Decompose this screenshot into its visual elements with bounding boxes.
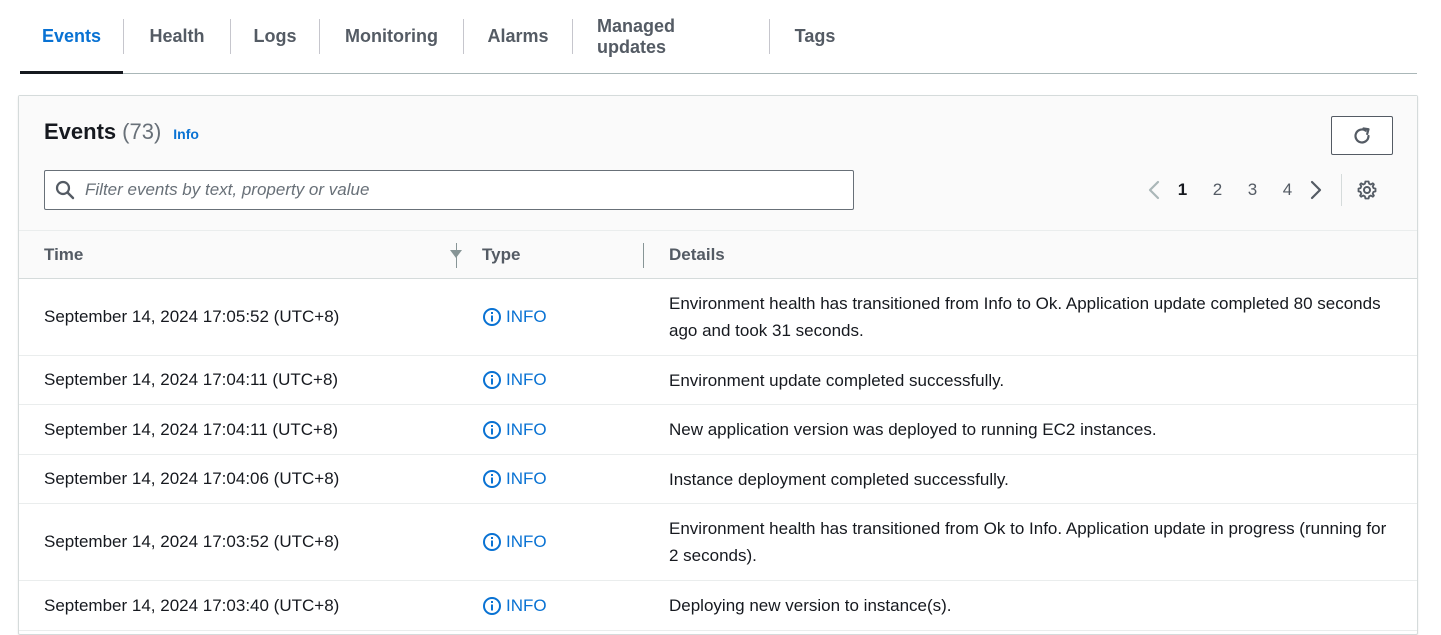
table-row: September 14, 2024 17:04:11 (UTC+8) INFO… (19, 405, 1417, 455)
page-3[interactable]: 3 (1235, 180, 1270, 200)
event-type: INFO (482, 455, 547, 503)
tab-events[interactable]: Events (20, 0, 123, 74)
event-time: September 14, 2024 17:04:06 (UTC+8) (44, 469, 340, 488)
info-circle-icon (482, 307, 502, 327)
event-type-label: INFO (506, 532, 547, 551)
filter-events-search (44, 170, 854, 210)
column-header-type[interactable]: Type (482, 231, 520, 279)
event-type: INFO (482, 356, 547, 404)
table-row: September 14, 2024 17:03:40 (UTC+8) INFO… (19, 581, 1417, 631)
info-circle-icon (482, 596, 502, 616)
column-resizer[interactable] (643, 243, 644, 268)
info-circle-icon (482, 469, 502, 489)
event-time: September 14, 2024 17:03:52 (UTC+8) (44, 532, 340, 551)
column-resizer[interactable] (456, 243, 457, 268)
tab-monitoring[interactable]: Monitoring (320, 0, 463, 73)
tab-alarms[interactable]: Alarms (464, 0, 572, 73)
event-type: INFO (482, 405, 547, 454)
event-type-label: INFO (506, 595, 547, 615)
tab-managed-updates[interactable]: Managed updates (573, 0, 769, 73)
event-type: INFO (482, 581, 547, 630)
previous-page-button[interactable] (1143, 179, 1165, 201)
info-circle-icon (482, 420, 502, 440)
preferences-button[interactable] (1356, 179, 1378, 201)
tab-logs[interactable]: Logs (231, 0, 319, 73)
event-details: Environment health has transitioned from… (669, 519, 1387, 565)
tab-bar: Events Health Logs Monitoring Alarms Man… (20, 0, 1417, 74)
table-header: Time Type Details (19, 230, 1417, 279)
event-type-label: INFO (506, 469, 547, 488)
pagination: 1 2 3 4 (1143, 174, 1378, 206)
table-row: September 14, 2024 17:03:52 (UTC+8) INFO… (19, 504, 1417, 581)
event-count: (73) (122, 119, 162, 144)
info-circle-icon (482, 532, 502, 552)
column-label-details: Details (669, 245, 725, 264)
event-details: Environment update completed successfull… (669, 370, 1005, 390)
refresh-icon (1354, 126, 1370, 144)
event-time: September 14, 2024 17:03:40 (UTC+8) (44, 595, 340, 615)
chevron-left-icon (1148, 180, 1160, 200)
refresh-button[interactable] (1331, 116, 1393, 155)
table-row: September 14, 2024 17:05:52 (UTC+8) INFO… (19, 279, 1417, 356)
event-type-label: INFO (506, 307, 547, 326)
search-icon (55, 180, 75, 200)
tab-tags[interactable]: Tags (770, 0, 860, 73)
next-page-button[interactable] (1305, 179, 1327, 201)
column-header-details[interactable]: Details (669, 231, 725, 279)
chevron-right-icon (1310, 180, 1322, 200)
panel-title: Events (73) Info (44, 119, 199, 145)
event-details: Environment health has transitioned from… (669, 294, 1381, 340)
column-label-time: Time (44, 245, 84, 264)
panel-header: Events (73) Info Filter events by text, … (19, 96, 1417, 230)
page-4[interactable]: 4 (1270, 180, 1305, 200)
panel-title-text: Events (44, 119, 117, 144)
tab-health[interactable]: Health (124, 0, 230, 73)
event-time: September 14, 2024 17:04:11 (UTC+8) (44, 419, 339, 439)
event-type-label: INFO (506, 419, 547, 439)
pagination-divider (1341, 174, 1342, 206)
table-body: September 14, 2024 17:05:52 (UTC+8) INFO… (19, 279, 1417, 631)
event-details: Deploying new version to instance(s). (669, 596, 952, 615)
events-panel: Events (73) Info Filter events by text, … (18, 95, 1418, 635)
gear-icon (1357, 180, 1377, 200)
event-type: INFO (482, 279, 547, 355)
page-2[interactable]: 2 (1200, 180, 1235, 200)
event-details: New application version was deployed to … (669, 420, 1157, 439)
event-details: Instance deployment completed successful… (669, 469, 1009, 489)
table-row: September 14, 2024 17:04:11 (UTC+8) INFO… (19, 356, 1417, 405)
table-row: September 14, 2024 17:04:06 (UTC+8) INFO… (19, 455, 1417, 504)
search-input[interactable] (83, 179, 823, 201)
event-type-label: INFO (506, 370, 547, 389)
column-header-time[interactable]: Time (44, 231, 462, 279)
event-time: September 14, 2024 17:05:52 (UTC+8) (44, 307, 340, 326)
info-link[interactable]: Info (173, 126, 199, 142)
page-1[interactable]: 1 (1165, 180, 1200, 200)
info-circle-icon (482, 370, 502, 390)
column-label-type: Type (482, 245, 521, 264)
event-type: INFO (482, 504, 547, 580)
event-time: September 14, 2024 17:04:11 (UTC+8) (44, 370, 339, 389)
